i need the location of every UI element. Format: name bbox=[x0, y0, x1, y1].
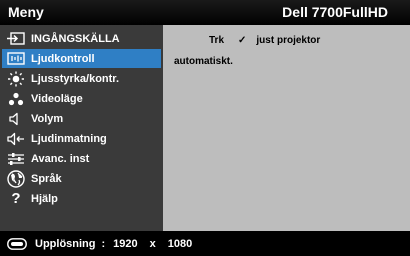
menu-item-label: INGÅNGSKÄLLA bbox=[31, 32, 120, 45]
help-icon: ? bbox=[11, 190, 21, 207]
menu-item-audio-control[interactable]: Ljudkontroll bbox=[2, 49, 161, 68]
brightness-icon bbox=[5, 69, 27, 88]
header-bar: Meny Dell 7700FullHD bbox=[0, 0, 410, 25]
projector-model: Dell 7700FullHD bbox=[282, 4, 388, 20]
audio-mode-row[interactable]: Trk ✓ just projektor bbox=[209, 35, 320, 46]
auto-option-row[interactable]: automatiskt. bbox=[174, 56, 233, 67]
sidebar-menu: INGÅNGSKÄLLA Ljudkontroll Ljusstyrka/kon… bbox=[0, 25, 163, 231]
menu-item-label: Ljudkontroll bbox=[31, 52, 95, 65]
resolution-label: Upplösning bbox=[35, 237, 96, 250]
option-value: just projektor bbox=[256, 35, 321, 46]
status-bar: Upplösning : 1920 x 1080 bbox=[0, 231, 410, 256]
video-mode-icon bbox=[5, 89, 27, 108]
resolution-height: 1080 bbox=[167, 237, 193, 250]
option-label: Trk bbox=[209, 35, 225, 46]
osd-window: Meny Dell 7700FullHD INGÅNGSKÄLLA Ljudko… bbox=[0, 0, 410, 256]
resolution-x: x bbox=[149, 237, 156, 250]
menu-item-video-mode[interactable]: Videoläge bbox=[2, 89, 161, 108]
menu-item-volume[interactable]: Volym bbox=[2, 109, 161, 128]
menu-title: Meny bbox=[8, 4, 44, 20]
menu-item-label: Ljusstyrka/kontr. bbox=[31, 72, 120, 85]
resolution-width: 1920 bbox=[113, 237, 138, 250]
settings-panel: Trk ✓ just projektor automatiskt. bbox=[163, 25, 410, 231]
menu-item-input-source[interactable]: INGÅNGSKÄLLA bbox=[2, 29, 161, 48]
menu-item-brightness[interactable]: Ljusstyrka/kontr. bbox=[2, 69, 161, 88]
resolution-icon bbox=[7, 237, 27, 250]
option-value: automatiskt. bbox=[174, 56, 233, 67]
menu-item-label: Videoläge bbox=[31, 92, 83, 105]
audio-input-icon bbox=[5, 129, 27, 148]
menu-item-label: Avanc. inst bbox=[31, 152, 90, 165]
language-icon bbox=[5, 169, 27, 188]
volume-icon bbox=[5, 109, 27, 128]
menu-item-advanced-settings[interactable]: Avanc. inst bbox=[2, 149, 161, 168]
menu-item-label: Hjälp bbox=[31, 192, 58, 205]
audio-control-icon bbox=[5, 49, 27, 68]
menu-item-language[interactable]: Språk bbox=[2, 169, 161, 188]
resolution-separator: : bbox=[101, 237, 106, 250]
input-source-icon bbox=[5, 29, 27, 48]
menu-item-label: Ljudinmatning bbox=[31, 132, 107, 145]
menu-item-label: Volym bbox=[31, 112, 64, 125]
menu-item-label: Språk bbox=[31, 172, 62, 185]
menu-item-audio-input[interactable]: Ljudinmatning bbox=[2, 129, 161, 148]
menu-item-help[interactable]: ? Hjälp bbox=[2, 189, 161, 208]
check-icon: ✓ bbox=[238, 35, 247, 46]
advanced-settings-icon bbox=[5, 149, 27, 168]
